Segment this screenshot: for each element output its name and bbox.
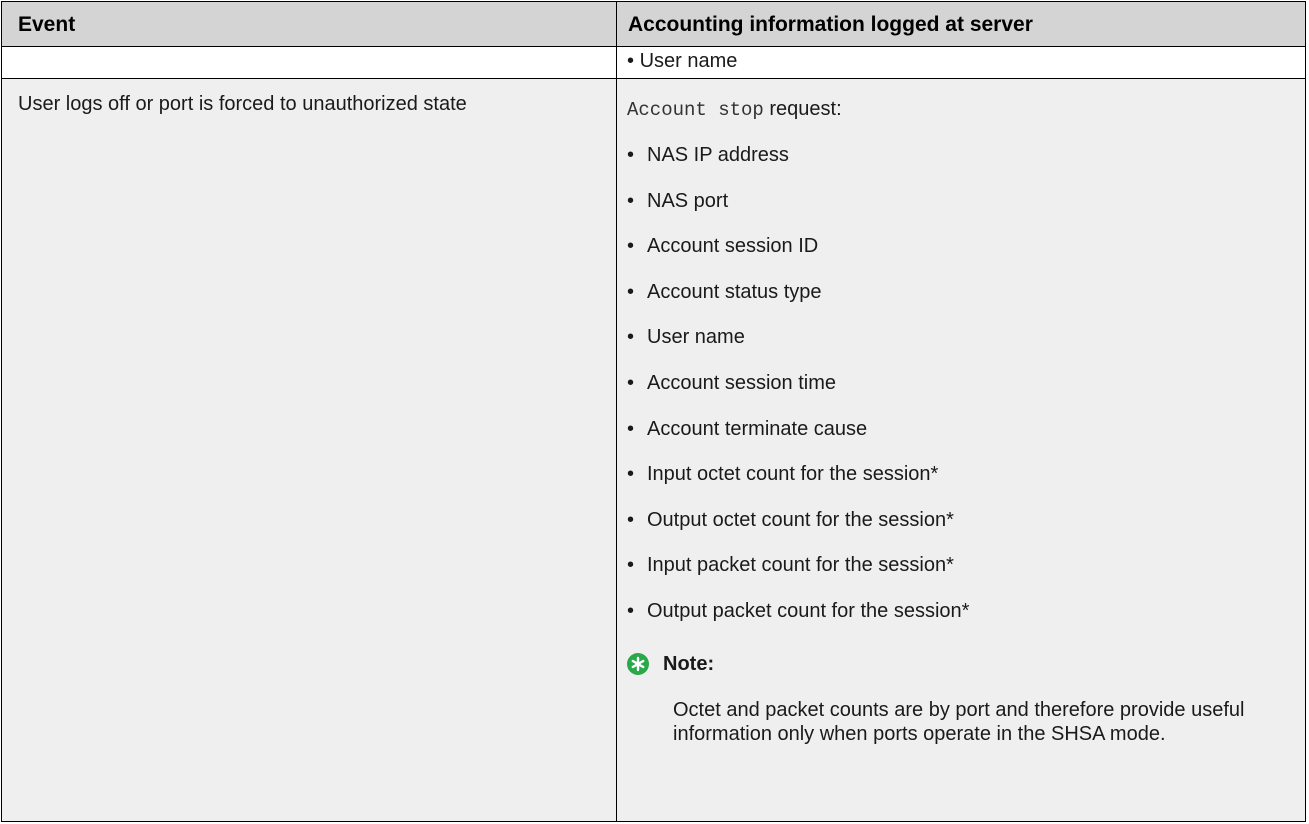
note-text: Octet and packet counts are by port and … [673,699,1245,745]
continuation-event-cell [2,47,617,78]
list-item: • Account session time [627,371,969,417]
list-item: • Output packet count for the session* [627,599,969,645]
list-item-text: Account status type [647,280,822,303]
list-item: • User name [627,325,969,371]
accounting-table: Event Accounting information logged at s… [1,1,1306,822]
list-item-text: Input packet count for the session* [647,554,954,577]
list-item: • Input octet count for the session* [627,462,969,508]
accounting-cell: Account stop request: • NAS IP address • NA… [617,79,1305,821]
list-item-text: Account terminate cause [647,417,868,440]
list-item: • NAS IP address [627,143,969,189]
continuation-item: User name [639,50,738,72]
table-header-row: Event Accounting information logged at s… [2,2,1305,47]
note-header: Note: [627,650,1287,678]
note-title: Note: [663,652,715,675]
list-item: • Account status type [627,280,969,326]
bullet-dot: • [627,144,635,166]
note-block: Note: Octet and packet counts are by por… [627,650,1287,746]
bullet-dot: • [627,326,635,349]
header-event: Event [2,2,617,46]
list-item: • Input packet count for the session* [627,553,969,599]
bullet-dot: • [627,50,640,72]
bullet-dot: • [627,599,635,622]
table-row-stop: User logs off or port is forced to unaut… [2,79,1305,821]
list-item-text: Account session time [647,371,836,394]
list-item-text: Account session ID [647,235,819,258]
request-suffix: request: [763,98,842,120]
bullet-dot: • [627,417,635,440]
list-item: • Account session ID [627,234,969,280]
list-item: • Output octet count for the session* [627,508,969,554]
request-line: Account stop request: [627,98,842,121]
list-item-text: NAS port [647,189,729,212]
continuation-accounting-cell: • User name [617,47,1305,78]
table-row-continuation: • User name [2,47,1305,79]
list-item-text: NAS IP address [647,144,789,166]
bullet-dot: • [627,189,635,212]
bullet-dot: • [627,371,635,394]
bullet-dot: • [627,554,635,577]
list-item-text: Output octet count for the session* [647,508,954,531]
header-accounting: Accounting information logged at server [628,13,1033,36]
list-item-text: Input octet count for the session* [647,463,939,486]
bullet-dot: • [627,463,635,486]
list-item-text: User name [647,326,745,349]
star-note-icon [627,653,649,675]
list-item: • Account terminate cause [627,417,969,463]
event-cell: User logs off or port is forced to unaut… [2,79,617,821]
list-item-text: Output packet count for the session* [647,599,970,622]
bullet-dot: • [627,235,635,258]
list-item: • NAS port [627,189,969,235]
bullet-dot: • [627,508,635,531]
request-code: Account stop [627,99,764,121]
bullet-dot: • [627,280,635,303]
accounting-item-list: • NAS IP address • NAS port • Account session… [627,143,969,645]
